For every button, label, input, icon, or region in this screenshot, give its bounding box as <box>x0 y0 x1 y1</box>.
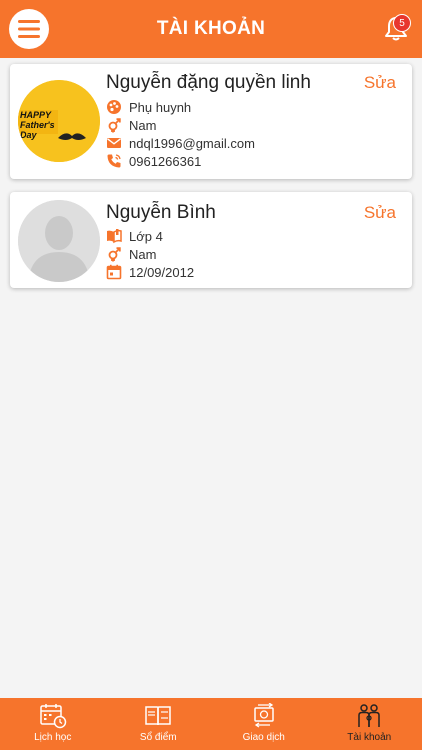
account-name: Nguyễn Bình <box>106 202 216 223</box>
tab-account[interactable]: Tài khoản <box>317 698 422 750</box>
account-card-parent[interactable]: HAPPY Father's Day Nguyễn đặng quyền lin… <box>10 64 412 179</box>
phone-icon <box>107 154 121 168</box>
email-text: ndql1996@gmail.com <box>129 135 255 151</box>
tab-gradebook[interactable]: Sổ điểm <box>106 698 212 750</box>
hamburger-icon <box>18 20 40 38</box>
gender-text: Nam <box>129 246 157 262</box>
email-icon <box>107 138 121 148</box>
tab-label: Lịch học <box>34 732 72 743</box>
tab-label: Giao dịch <box>242 732 285 743</box>
birthday-text: 12/09/2012 <box>129 264 195 280</box>
notification-badge: 5 <box>393 14 411 32</box>
palette-icon <box>107 100 121 114</box>
tab-schedule[interactable]: Lịch học <box>0 698 106 750</box>
gender-icon <box>108 247 121 262</box>
avatar <box>18 200 100 282</box>
family-icon <box>358 704 380 727</box>
menu-button[interactable] <box>9 9 49 49</box>
email-row: ndql1996@gmail.com <box>106 134 255 152</box>
role-text: Phụ huynh <box>129 99 192 115</box>
account-name: Nguyễn đặng quyền linh <box>106 72 311 93</box>
tab-transactions[interactable]: Giao dịch <box>211 698 317 750</box>
avatar-caption: HAPPY Father's Day <box>20 110 55 140</box>
page-title: TÀI KHOẢN <box>156 18 266 39</box>
class-text: Lớp 4 <box>129 228 163 244</box>
class-row: Lớp 4 <box>106 227 163 245</box>
transaction-icon <box>254 703 274 728</box>
edit-button[interactable]: Sửa <box>364 73 396 93</box>
bottom-tab-bar: Lịch học Sổ điểm Giao dịch Tài khoản <box>0 698 422 750</box>
account-card-student[interactable]: Nguyễn Bình Sửa Lớp 4 Nam 12/09/2012 <box>10 192 412 288</box>
tab-label: Tài khoản <box>347 732 392 743</box>
phone-text: 0961266361 <box>129 153 202 169</box>
book-icon <box>107 229 122 244</box>
app-header: TÀI KHOẢN 5 <box>0 0 422 58</box>
gender-text: Nam <box>129 117 157 133</box>
calendar-clock-icon <box>40 704 66 729</box>
edit-button[interactable]: Sửa <box>364 203 396 223</box>
birthday-row: 12/09/2012 <box>106 263 194 281</box>
default-person-icon <box>18 200 100 282</box>
gender-icon <box>108 118 121 133</box>
tab-label: Sổ điểm <box>139 732 177 743</box>
avatar: HAPPY Father's Day <box>18 80 100 162</box>
phone-row: 0961266361 <box>106 152 201 170</box>
calendar-icon <box>106 264 122 280</box>
gradebook-icon <box>145 706 171 726</box>
role-row: Phụ huynh <box>106 98 191 116</box>
gender-row: Nam <box>106 245 156 263</box>
gender-row: Nam <box>106 116 156 134</box>
